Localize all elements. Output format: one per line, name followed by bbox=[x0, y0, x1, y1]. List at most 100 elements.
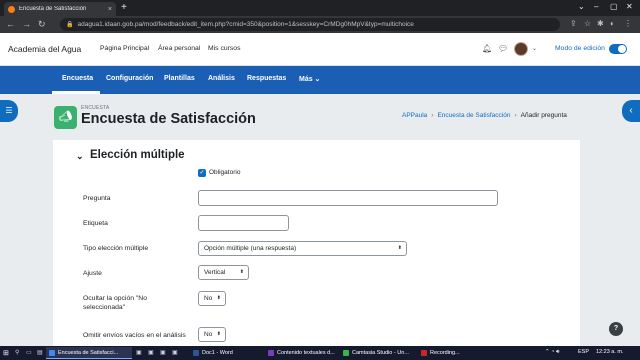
nav-link-my-courses[interactable]: Mis cursos bbox=[208, 45, 240, 52]
required-label: Obligatorio bbox=[209, 169, 241, 176]
breadcrumb-activity[interactable]: Encuesta de Satisfacción bbox=[437, 112, 510, 119]
tab-configuracion[interactable]: Configuración bbox=[106, 75, 153, 82]
windows-start-icon[interactable]: ⊞ bbox=[3, 349, 9, 357]
reload-icon[interactable]: ↻ bbox=[38, 19, 46, 30]
taskbar-app-chrome[interactable]: Encuesta de Satisfacci... bbox=[46, 347, 132, 359]
type-select[interactable]: Opción múltiple (una respuesta) ⬍ bbox=[198, 241, 407, 256]
back-icon[interactable]: ← bbox=[6, 19, 15, 29]
window-minimize-icon[interactable]: – bbox=[594, 2, 598, 11]
breadcrumb-course[interactable]: APPaula bbox=[402, 112, 427, 119]
pinned-app-icon[interactable]: ▣ bbox=[160, 349, 166, 356]
section-title[interactable]: Elección múltiple bbox=[90, 149, 185, 161]
url-text: adagua1.idaan.gob.pa/mod/feedback/edit_i… bbox=[77, 21, 414, 28]
taskbar-app-label: Contenido textuales d... bbox=[277, 350, 335, 356]
adjust-select-value: Vertical bbox=[204, 269, 226, 276]
taskbar-app-label: Doc1 - Word bbox=[202, 350, 233, 356]
share-icon[interactable]: ⇪ bbox=[570, 19, 577, 28]
close-window-icon[interactable]: ✕ bbox=[626, 2, 633, 11]
language-indicator[interactable]: ESP bbox=[578, 349, 589, 355]
app-icon bbox=[268, 350, 274, 356]
nav-link-dashboard[interactable]: Área personal bbox=[158, 45, 200, 52]
omit-label: Omitir envíos vacíos en el análisis bbox=[83, 332, 186, 339]
select-arrows-icon: ⬍ bbox=[239, 269, 244, 275]
taskbar-app-label: Recording... bbox=[430, 350, 460, 356]
block-drawer-button[interactable]: ‹ bbox=[622, 100, 640, 122]
select-arrows-icon: ⬍ bbox=[397, 245, 402, 251]
list-icon: ☰ bbox=[5, 106, 13, 115]
tab-plantillas[interactable]: Plantillas bbox=[164, 75, 195, 82]
tab-encuesta[interactable]: Encuesta bbox=[62, 75, 93, 82]
edit-mode-toggle[interactable] bbox=[609, 44, 627, 54]
browser-address-bar: ← → ↻ 🔒 adagua1.idaan.gob.pa/mod/feedbac… bbox=[0, 16, 640, 33]
adjust-select[interactable]: Vertical ⬍ bbox=[198, 265, 249, 280]
breadcrumb-separator: › bbox=[514, 112, 517, 119]
secondary-nav: Encuesta Configuración Plantillas Anális… bbox=[0, 66, 640, 94]
search-icon[interactable]: ⚲ bbox=[15, 349, 19, 356]
hide-select[interactable]: No ⬍ bbox=[198, 291, 226, 306]
pinned-app-icon[interactable]: ▣ bbox=[136, 349, 142, 356]
user-menu-chevron-down-icon[interactable]: ⌄ bbox=[532, 45, 537, 52]
pinned-app-icon[interactable]: ▣ bbox=[148, 349, 154, 356]
site-navbar: Academia del Agua Página Principal Área … bbox=[0, 33, 640, 66]
task-view-icon[interactable]: ▭ bbox=[26, 349, 32, 356]
camtasia-icon bbox=[343, 350, 349, 356]
taskbar-app-word[interactable]: Doc1 - Word bbox=[190, 347, 256, 359]
user-avatar[interactable] bbox=[514, 42, 528, 56]
lock-icon[interactable]: 🔒 bbox=[66, 21, 73, 28]
omit-select[interactable]: No ⬍ bbox=[198, 327, 226, 342]
site-name[interactable]: Academia del Agua bbox=[8, 44, 81, 54]
hide-select-value: No bbox=[204, 295, 213, 302]
maximize-icon[interactable]: ▢ bbox=[610, 2, 618, 11]
browser-tab-strip: Encuesta de Satisfacción × + ⌄ – ▢ ✕ bbox=[0, 0, 640, 16]
hide-label: Ocultar la opción "No seleccionada" bbox=[83, 295, 147, 311]
close-tab-icon[interactable]: × bbox=[108, 6, 112, 13]
omit-select-value: No bbox=[204, 331, 213, 338]
pinned-app-icon[interactable]: ▣ bbox=[172, 349, 178, 356]
required-checkbox[interactable]: ✓ bbox=[198, 169, 206, 177]
taskbar-app-label: Encuesta de Satisfacci... bbox=[58, 349, 119, 356]
tab-more[interactable]: Más ⌄ bbox=[299, 75, 320, 83]
course-index-drawer-button[interactable]: ☰ bbox=[0, 100, 18, 122]
tag-input[interactable] bbox=[198, 215, 289, 231]
taskbar-app-recording[interactable]: Recording... bbox=[418, 347, 476, 359]
question-input[interactable] bbox=[198, 190, 498, 206]
url-field[interactable]: 🔒 adagua1.idaan.gob.pa/mod/feedback/edit… bbox=[60, 18, 560, 31]
forward-icon[interactable]: → bbox=[22, 19, 31, 29]
messages-icon[interactable]: 💬︎ bbox=[498, 44, 508, 53]
chrome-icon bbox=[49, 349, 55, 356]
taskbar-app-label: Camtasia Studio - Un... bbox=[352, 350, 409, 356]
minimize-icon[interactable]: ⌄ bbox=[578, 2, 585, 11]
tab-respuestas[interactable]: Respuestas bbox=[247, 75, 286, 82]
bookmark-star-icon[interactable]: ☆ bbox=[584, 19, 591, 28]
new-tab-button[interactable]: + bbox=[121, 2, 127, 14]
question-label: Pregunta bbox=[83, 195, 111, 202]
chevron-left-icon: ‹ bbox=[629, 105, 633, 116]
browser-tab[interactable]: Encuesta de Satisfacción × bbox=[4, 2, 116, 16]
select-arrows-icon: ⬍ bbox=[216, 331, 221, 337]
breadcrumb-separator: › bbox=[431, 112, 434, 119]
word-icon bbox=[193, 350, 199, 356]
tray-icons[interactable]: ⌃ ◔ 🔊︎ bbox=[545, 349, 559, 356]
tag-label: Etiqueta bbox=[83, 220, 108, 227]
clock[interactable]: 12:23 a. m. bbox=[596, 349, 624, 355]
breadcrumb: APPaula › Encuesta de Satisfacción › Aña… bbox=[402, 112, 567, 119]
taskbar-app-content[interactable]: Contenido textuales d... bbox=[265, 347, 337, 359]
file-explorer-icon[interactable]: ▤ bbox=[37, 349, 43, 356]
browser-menu-icon[interactable]: ⋮ bbox=[624, 19, 632, 28]
breadcrumb-current: Añadir pregunta bbox=[520, 112, 567, 119]
notifications-bell-icon[interactable]: 🔔︎ bbox=[482, 44, 492, 53]
help-button[interactable]: ? bbox=[609, 322, 623, 336]
select-arrows-icon: ⬍ bbox=[216, 295, 221, 301]
collapse-chevron-down-icon[interactable]: ⌄ bbox=[76, 151, 84, 162]
active-tab-indicator bbox=[52, 91, 100, 94]
feedback-module-icon: 📣︎ bbox=[54, 106, 77, 129]
nav-link-home[interactable]: Página Principal bbox=[100, 45, 149, 52]
taskbar-app-camtasia[interactable]: Camtasia Studio - Un... bbox=[340, 347, 412, 359]
extensions-icon[interactable]: ✱ bbox=[597, 19, 604, 28]
profile-icon[interactable]: ◐ bbox=[610, 19, 615, 28]
adjust-label: Ajuste bbox=[83, 270, 102, 277]
tab-analisis[interactable]: Análisis bbox=[208, 75, 235, 82]
type-label: Tipo elección múltiple bbox=[83, 245, 149, 252]
edit-mode-label: Modo de edición bbox=[555, 45, 605, 52]
moodle-favicon-icon bbox=[8, 5, 15, 13]
